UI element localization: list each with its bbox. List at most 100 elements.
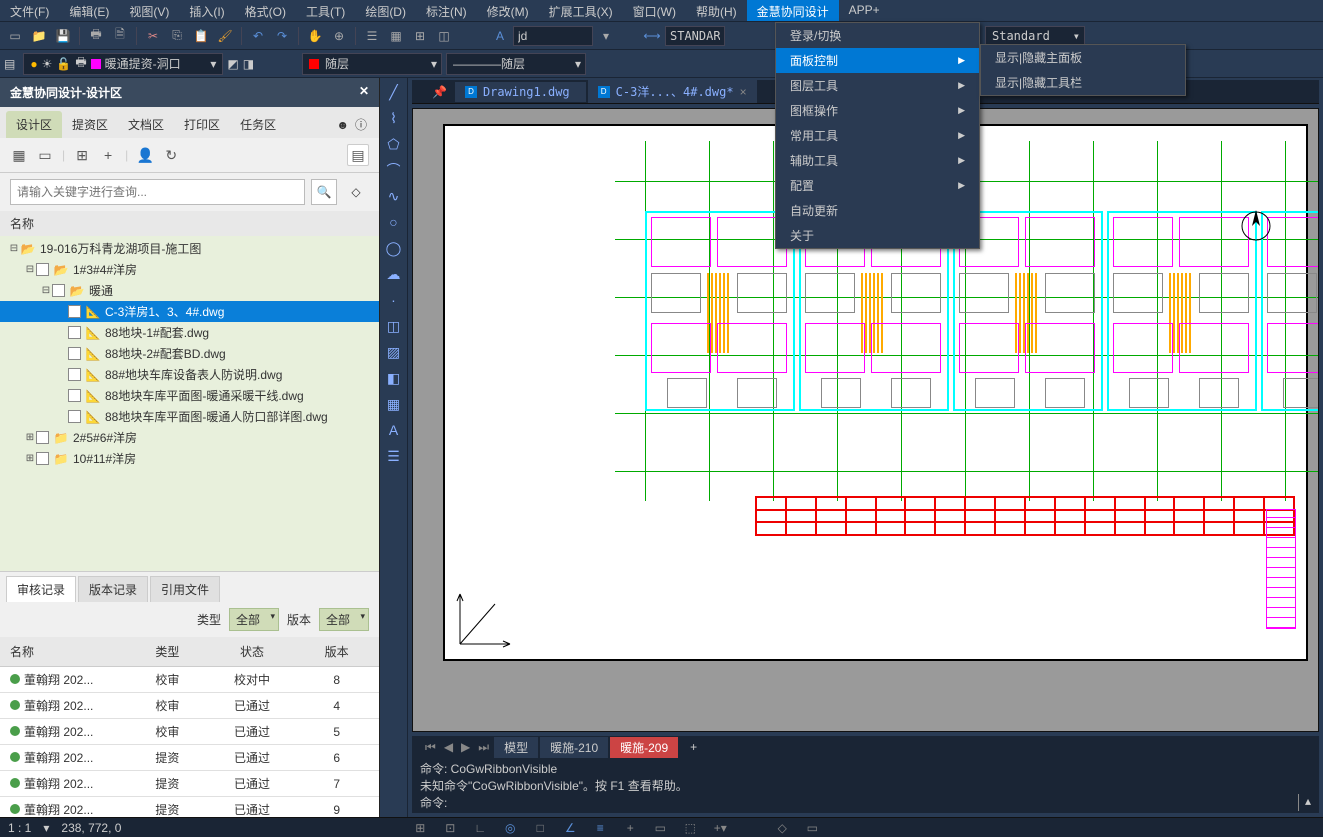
cut-icon[interactable]: ✂ (142, 25, 164, 47)
side-tab[interactable]: 打印区 (174, 111, 230, 138)
menu-item[interactable]: 自动更新 (776, 198, 979, 223)
model-tab[interactable]: 模型 (494, 737, 538, 758)
checkbox[interactable] (68, 368, 81, 381)
pan-icon[interactable]: ✋ (304, 25, 326, 47)
add-layout-tab[interactable]: + (680, 738, 707, 756)
bottom-tab[interactable]: 引用文件 (150, 576, 220, 602)
layout-tab-1[interactable]: 暖施-210 (540, 737, 608, 758)
checkbox[interactable] (52, 284, 65, 297)
side-tab[interactable]: 文档区 (118, 111, 174, 138)
preview-icon[interactable]: 🗎 (109, 25, 131, 47)
menu-6[interactable]: 绘图(D) (355, 0, 416, 21)
tree-node[interactable]: ⊟📂19-016万科青龙湖项目-施工图 (0, 238, 379, 259)
arc-icon[interactable]: ⌒ (384, 160, 404, 180)
tree-node[interactable]: 📐88地块车库平面图-暖通采暖干线.dwg (0, 385, 379, 406)
refresh-icon[interactable]: ↻ (162, 146, 180, 164)
clear-icon[interactable]: ◇ (343, 179, 369, 205)
record-row[interactable]: 董翰翔 202...校审已通过5 (0, 719, 379, 745)
checkbox[interactable] (68, 410, 81, 423)
add-icon[interactable]: + (99, 146, 117, 164)
zoom-icon[interactable]: ⊕ (328, 25, 350, 47)
ellipse-icon[interactable]: ◯ (384, 238, 404, 258)
point-icon[interactable]: · (384, 290, 404, 310)
help-icon[interactable]: ⓘ (355, 116, 367, 133)
tree-node[interactable]: 📐88地块车库平面图-暖通人防口部详图.dwg (0, 406, 379, 427)
menu-11[interactable]: 帮助(H) (686, 0, 747, 21)
menu-icon[interactable]: ☰ (384, 446, 404, 466)
menu-item[interactable]: 面板控制▶ (776, 48, 979, 73)
prev-tab-icon[interactable]: ◀ (441, 740, 456, 754)
dropdown-icon[interactable]: ▾ (595, 25, 617, 47)
pin-icon[interactable]: 📌 (432, 85, 447, 99)
menu-2[interactable]: 视图(V) (119, 0, 179, 21)
version-select[interactable]: 全部 (319, 608, 369, 631)
dim-icon[interactable]: ⟷ (641, 25, 663, 47)
tree-node[interactable]: 📐88地块-1#配套.dwg (0, 322, 379, 343)
record-row[interactable]: 董翰翔 202...校审校对中8 (0, 667, 379, 693)
table-icon[interactable]: ▦ (384, 394, 404, 414)
grid-view-icon[interactable]: ▦ (10, 146, 28, 164)
card-view-icon[interactable]: ▭ (36, 146, 54, 164)
checkbox[interactable] (36, 263, 49, 276)
layers-icon[interactable]: ☰ (361, 25, 383, 47)
sb-snap-icon[interactable]: ⊡ (441, 819, 459, 837)
menu-item[interactable]: 配置▶ (776, 173, 979, 198)
checkbox[interactable] (68, 305, 81, 318)
pline-icon[interactable]: ⌇ (384, 108, 404, 128)
new-icon[interactable]: ▭ (4, 25, 26, 47)
tree-node[interactable]: ⊞📁2#5#6#洋房 (0, 427, 379, 448)
paste-icon[interactable]: 📋 (190, 25, 212, 47)
sb-cycle-icon[interactable]: ◇ (773, 819, 791, 837)
menu-item[interactable]: 图框操作▶ (776, 98, 979, 123)
cmd-input[interactable] (453, 794, 1292, 811)
tree-node[interactable]: ⊟📂1#3#4#洋房 (0, 259, 379, 280)
side-tab[interactable]: 任务区 (230, 111, 286, 138)
menu-4[interactable]: 格式(O) (235, 0, 296, 21)
menu-3[interactable]: 插入(I) (179, 0, 234, 21)
checkbox[interactable] (68, 326, 81, 339)
bottom-tab[interactable]: 版本记录 (78, 576, 148, 602)
region-icon[interactable]: ◧ (384, 368, 404, 388)
sb-osnap-icon[interactable]: □ (531, 819, 549, 837)
tree-node[interactable]: 📐C-3洋房1、3、4#.dwg (0, 301, 379, 322)
standard-field[interactable] (665, 26, 725, 46)
submenu-item[interactable]: 显示|隐藏工具栏 (981, 70, 1185, 95)
search-input[interactable] (10, 179, 305, 205)
menu-item[interactable]: 辅助工具▶ (776, 148, 979, 173)
user-icon[interactable]: 👤 (136, 146, 154, 164)
settings-icon[interactable]: ▤ (347, 144, 369, 166)
spline-icon[interactable]: ∿ (384, 186, 404, 206)
expand-icon[interactable]: ⊞ (73, 146, 91, 164)
hatch-icon[interactable]: ▨ (384, 342, 404, 362)
menu-item[interactable]: 登录/切换 (776, 23, 979, 48)
close-tab-icon[interactable]: × (740, 85, 747, 99)
last-tab-icon[interactable]: ⏭ (475, 740, 492, 755)
checkbox[interactable] (68, 347, 81, 360)
menu-0[interactable]: 文件(F) (0, 0, 59, 21)
redo-icon[interactable]: ↷ (271, 25, 293, 47)
cloud-icon[interactable]: ☁ (384, 264, 404, 284)
doc-tab[interactable]: DC-3洋...、4#.dwg*× (588, 80, 757, 103)
jd-field[interactable] (513, 26, 593, 46)
sb-sel-icon[interactable]: ▭ (651, 819, 669, 837)
text-icon[interactable]: A (489, 25, 511, 47)
copy-icon[interactable]: ⎘ (166, 25, 188, 47)
menu-1[interactable]: 编辑(E) (59, 0, 119, 21)
polygon-icon[interactable]: ⬠ (384, 134, 404, 154)
save-icon[interactable]: 💾 (52, 25, 74, 47)
sb-lw-icon[interactable]: ≡ (591, 819, 609, 837)
menu-10[interactable]: 窗口(W) (623, 0, 686, 21)
layer-iso-icon[interactable]: ◩ (227, 57, 238, 71)
menu-13[interactable]: APP+ (839, 0, 890, 21)
menu-5[interactable]: 工具(T) (296, 0, 355, 21)
color-combo[interactable]: 随层 (302, 53, 442, 75)
submenu-item[interactable]: 显示|隐藏主面板 (981, 45, 1185, 70)
open-icon[interactable]: 📁 (28, 25, 50, 47)
tree-node[interactable]: ⊞📁10#11#洋房 (0, 448, 379, 469)
layer-prev-icon[interactable]: ◨ (243, 57, 254, 71)
tree-node[interactable]: 📐88#地块车库设备表人防说明.dwg (0, 364, 379, 385)
grid-icon[interactable]: ⊞ (409, 25, 431, 47)
layer-btn-icon[interactable]: ▤ (4, 57, 15, 71)
block-icon[interactable]: ◫ (384, 316, 404, 336)
record-row[interactable]: 董翰翔 202...提资已通过9 (0, 797, 379, 817)
